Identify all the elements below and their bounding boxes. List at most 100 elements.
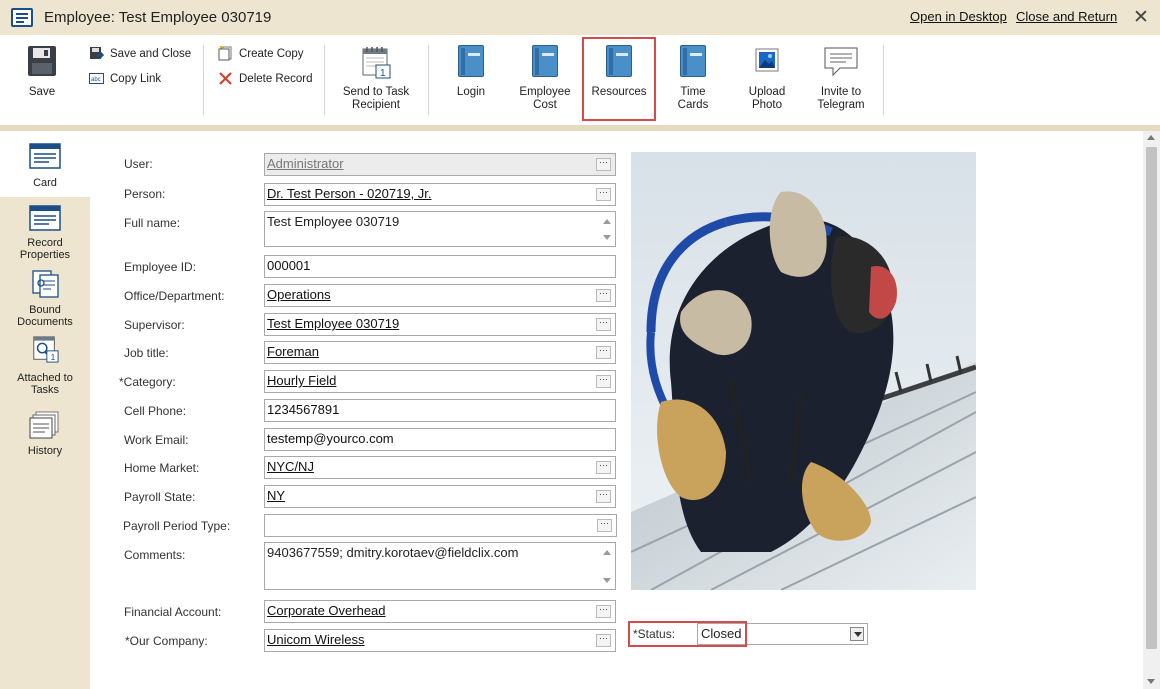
work-email-label: Work Email: xyxy=(124,433,189,447)
category-field[interactable]: Hourly Field ··· xyxy=(264,370,616,393)
employee-id-input[interactable]: 000001 xyxy=(264,255,616,278)
employee-photo-image xyxy=(631,152,976,590)
delete-record-button[interactable]: Delete Record xyxy=(218,71,318,89)
upload-photo-label-line2: Photo xyxy=(751,99,783,111)
attached-tasks-icon: 1 xyxy=(33,336,59,363)
nav-bound-documents[interactable]: Bound Documents xyxy=(0,268,90,330)
work-email-input[interactable]: testemp@yourco.com xyxy=(264,428,616,451)
send-to-task-recipient-button[interactable]: 1 Send to Task Recipient xyxy=(336,35,416,120)
calendar-task-icon: 1 xyxy=(362,47,391,79)
send-to-task-label-line1: Send to Task xyxy=(342,86,410,98)
category-lookup-button[interactable]: ··· xyxy=(596,375,611,388)
copy-link-label: Copy Link xyxy=(110,73,162,85)
user-value[interactable]: Administrator xyxy=(267,156,344,171)
cell-phone-input[interactable]: 1234567891 xyxy=(264,399,616,422)
payroll-state-lookup-button[interactable]: ··· xyxy=(596,490,611,503)
delete-record-label: Delete Record xyxy=(239,73,313,85)
comments-label: Comments: xyxy=(124,548,186,562)
nav-history[interactable]: History xyxy=(0,407,90,457)
comments-textarea[interactable]: 9403677559; dmitry.korotaev@fieldclix.co… xyxy=(264,542,616,590)
scrollbar-thumb[interactable] xyxy=(1146,147,1157,649)
user-lookup-button[interactable]: ··· xyxy=(596,158,611,171)
financial-account-field[interactable]: Corporate Overhead ··· xyxy=(264,600,616,623)
full-name-scrollbar[interactable] xyxy=(601,214,613,244)
invite-to-telegram-button[interactable]: Invite to Telegram xyxy=(806,35,876,120)
financial-account-value[interactable]: Corporate Overhead xyxy=(267,603,386,618)
payroll-period-type-label: Payroll Period Type: xyxy=(123,519,231,533)
person-label: Person: xyxy=(124,187,166,201)
office-lookup-button[interactable]: ··· xyxy=(596,289,611,302)
person-lookup-button[interactable]: ··· xyxy=(596,188,611,201)
nav-history-label: History xyxy=(27,445,63,457)
copy-link-button[interactable]: abc Copy Link xyxy=(89,71,169,89)
form-icon xyxy=(11,8,33,27)
login-button[interactable]: Login xyxy=(440,35,502,120)
cell-phone-value: 1234567891 xyxy=(267,402,340,417)
link-icon: abc xyxy=(89,73,104,84)
our-company-lookup-button[interactable]: ··· xyxy=(596,634,611,647)
financial-account-lookup-button[interactable]: ··· xyxy=(596,605,611,618)
chevron-down-icon[interactable] xyxy=(850,627,864,641)
upload-photo-button[interactable]: Upload Photo xyxy=(734,35,800,120)
home-market-field[interactable]: NYC/NJ ··· xyxy=(264,456,616,479)
job-title-value[interactable]: Foreman xyxy=(267,344,319,359)
our-company-field[interactable]: Unicom Wireless ··· xyxy=(264,629,616,652)
toolbar-divider xyxy=(0,125,1160,131)
time-cards-button[interactable]: Time Cards xyxy=(660,35,726,120)
our-company-value[interactable]: Unicom Wireless xyxy=(267,632,365,647)
save-and-close-label: Save and Close xyxy=(110,48,192,60)
close-icon[interactable]: ✕ xyxy=(1133,6,1149,29)
card-icon xyxy=(29,143,61,169)
our-company-label: *Our Company: xyxy=(125,634,208,648)
nav-attached-to-tasks-label: Attached to Tasks xyxy=(0,372,90,396)
toolbar: Save Save and Close abc Copy Link Create… xyxy=(0,35,1160,125)
toolbar-separator xyxy=(324,45,325,115)
invite-telegram-label: Invite to Telegram xyxy=(806,86,876,112)
delete-x-icon xyxy=(219,72,232,85)
job-title-field[interactable]: Foreman ··· xyxy=(264,341,616,364)
office-label: Office/Department: xyxy=(124,289,225,303)
copy-icon xyxy=(218,46,232,61)
category-value[interactable]: Hourly Field xyxy=(267,373,336,388)
time-cards-label-line2: Cards xyxy=(677,99,709,111)
supervisor-lookup-button[interactable]: ··· xyxy=(596,318,611,331)
page-scrollbar[interactable] xyxy=(1143,131,1160,689)
supervisor-field[interactable]: Test Employee 030719 ··· xyxy=(264,313,616,336)
supervisor-value[interactable]: Test Employee 030719 xyxy=(267,316,399,331)
employee-cost-button[interactable]: Employee Cost xyxy=(510,35,580,120)
time-cards-label-line1: Time xyxy=(680,86,706,98)
send-to-task-label-line2: Recipient xyxy=(352,99,400,111)
scroll-up-arrow-icon[interactable] xyxy=(1147,135,1155,140)
payroll-state-field[interactable]: NY ··· xyxy=(264,485,616,508)
nav-record-properties-line1: Record xyxy=(27,237,63,249)
full-name-textarea[interactable]: Test Employee 030719 xyxy=(264,211,616,247)
office-field[interactable]: Operations ··· xyxy=(264,284,616,307)
job-title-lookup-button[interactable]: ··· xyxy=(596,346,611,359)
nav-record-properties[interactable]: Record Properties xyxy=(0,203,90,265)
save-close-icon xyxy=(90,47,104,59)
user-label: User: xyxy=(124,157,153,171)
scroll-down-arrow-icon[interactable] xyxy=(1147,679,1155,684)
open-in-desktop-link[interactable]: Open in Desktop xyxy=(910,9,1007,24)
person-value[interactable]: Dr. Test Person - 020719, Jr. xyxy=(267,186,432,201)
person-field[interactable]: Dr. Test Person - 020719, Jr. ··· xyxy=(264,183,616,206)
title-bar: Employee: Test Employee 030719 Open in D… xyxy=(0,0,1160,35)
comments-scrollbar[interactable] xyxy=(601,545,613,587)
save-and-close-button[interactable]: Save and Close xyxy=(89,46,194,64)
create-copy-button[interactable]: Create Copy xyxy=(218,46,313,64)
home-market-value[interactable]: NYC/NJ xyxy=(267,459,314,474)
window-title: Employee: Test Employee 030719 xyxy=(44,9,272,26)
office-value[interactable]: Operations xyxy=(267,287,331,302)
nav-card[interactable]: Card xyxy=(0,131,90,197)
save-button[interactable]: Save xyxy=(12,35,72,120)
home-market-lookup-button[interactable]: ··· xyxy=(596,461,611,474)
nav-bound-documents-line2: Documents xyxy=(17,316,73,328)
payroll-state-value[interactable]: NY xyxy=(267,488,285,503)
close-and-return-link[interactable]: Close and Return xyxy=(1016,9,1117,24)
user-field[interactable]: Administrator ··· xyxy=(264,153,616,176)
nav-attached-to-tasks[interactable]: 1 Attached to Tasks xyxy=(0,334,90,396)
payroll-period-type-lookup-button[interactable]: ··· xyxy=(597,519,612,532)
cell-phone-label: Cell Phone: xyxy=(124,404,187,418)
nav-record-properties-label: Record Properties xyxy=(0,237,90,261)
payroll-period-type-field[interactable]: ··· xyxy=(264,514,617,537)
